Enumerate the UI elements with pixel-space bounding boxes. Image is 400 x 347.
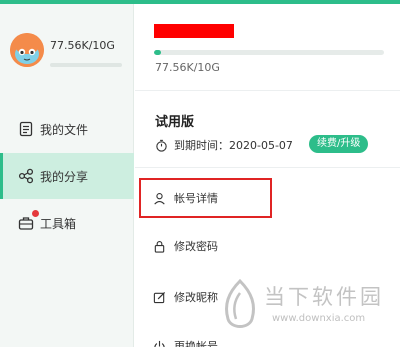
divider bbox=[135, 90, 400, 91]
quota-progress-fill bbox=[154, 50, 161, 55]
quota-text: 77.56K/10G bbox=[155, 61, 220, 74]
menu-change-nickname[interactable]: 修改昵称 bbox=[153, 289, 218, 305]
storage-usage-bar bbox=[50, 63, 122, 67]
redacted-username bbox=[154, 24, 234, 38]
lock-icon bbox=[154, 240, 165, 253]
sidebar-item-my-shares[interactable]: 我的分享 bbox=[0, 153, 134, 199]
avatar[interactable] bbox=[10, 33, 44, 67]
timer-icon bbox=[156, 139, 167, 152]
sidebar-item-label: 我的文件 bbox=[40, 122, 89, 137]
divider bbox=[135, 167, 400, 168]
power-icon bbox=[154, 340, 165, 347]
storage-usage-text: 77.56K/10G bbox=[50, 39, 115, 52]
notification-dot bbox=[32, 210, 39, 217]
sidebar-item-label: 我的分享 bbox=[40, 169, 89, 184]
menu-label: 更换帐号 bbox=[174, 340, 218, 347]
menu-label: 修改密码 bbox=[174, 240, 218, 253]
sidebar-item-my-files[interactable]: 我的文件 bbox=[0, 106, 134, 152]
sidebar: 77.56K/10G 我的文件 我的分享 工具箱 bbox=[0, 4, 134, 347]
expiry-text: 到期时间：2020-05-07 bbox=[174, 139, 293, 152]
plan-title: 试用版 bbox=[155, 115, 195, 130]
edit-icon bbox=[153, 291, 166, 303]
sidebar-item-toolbox[interactable]: 工具箱 bbox=[0, 200, 134, 246]
menu-switch-account[interactable]: 更换帐号 bbox=[153, 338, 218, 347]
avatar-mascot-icon bbox=[10, 33, 44, 67]
share-icon bbox=[18, 168, 34, 184]
highlight-annotation-box bbox=[139, 178, 272, 218]
sidebar-item-label: 工具箱 bbox=[40, 216, 77, 231]
expiry-row: 到期时间：2020-05-07 bbox=[155, 137, 293, 153]
quota-progress-bar bbox=[154, 50, 384, 55]
renew-upgrade-button[interactable]: 续费/升级 bbox=[309, 135, 369, 153]
menu-change-password[interactable]: 修改密码 bbox=[153, 238, 218, 254]
menu-label: 修改昵称 bbox=[174, 291, 218, 304]
account-panel: 77.56K/10G 试用版 到期时间：2020-05-07 续费/升级 帐号详… bbox=[135, 4, 400, 347]
toolbox-icon bbox=[18, 210, 39, 231]
document-icon bbox=[18, 121, 34, 137]
